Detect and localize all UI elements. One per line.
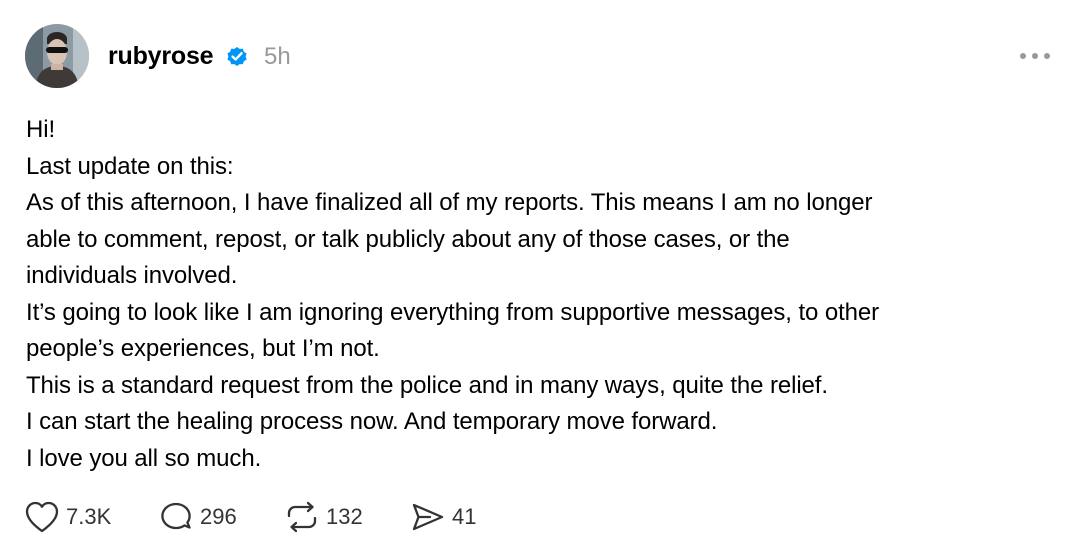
avatar[interactable] (25, 24, 89, 88)
post-text-line: This is a standard request from the poli… (26, 371, 828, 399)
repost-button[interactable]: 132 (284, 497, 363, 537)
username[interactable]: rubyrose (108, 40, 214, 72)
post-text-line: Last update on this: (26, 152, 234, 180)
send-icon (412, 503, 444, 531)
repost-icon (287, 501, 317, 533)
post-timestamp: 5h (264, 43, 291, 70)
like-count: 7.3K (66, 504, 112, 529)
post-text-line: I love you all so much. (26, 444, 262, 472)
more-options-icon[interactable] (1015, 46, 1055, 66)
post-text-line: able to comment, repost, or talk publicl… (26, 225, 790, 253)
share-count: 41 (452, 504, 477, 529)
post-text-line: individuals involved. (26, 262, 238, 289)
like-button[interactable]: 7.3K (24, 497, 111, 537)
verified-badge-icon (227, 47, 247, 66)
share-button[interactable]: 41 (410, 497, 476, 537)
post-text-line: people’s experiences, but I’m not. (26, 335, 380, 362)
post-text-line: As of this afternoon, I have finalized a… (26, 189, 873, 216)
post-text-line: It’s going to look like I am ignoring ev… (26, 298, 880, 326)
heart-icon (25, 501, 59, 533)
thread-post: rubyrose 5h Hi! Last update on this: As … (0, 0, 1080, 556)
post-text-line: I can start the healing process now. And… (26, 408, 718, 435)
repost-count: 132 (326, 504, 363, 529)
reply-count: 296 (200, 504, 237, 529)
comment-icon (161, 502, 191, 530)
action-bar: 7.3K 296 132 41 (0, 497, 1080, 537)
reply-button[interactable]: 296 (158, 497, 237, 537)
post-text-line: Hi! (26, 116, 56, 143)
post-body: Hi! Last update on this: As of this afte… (26, 112, 1056, 477)
